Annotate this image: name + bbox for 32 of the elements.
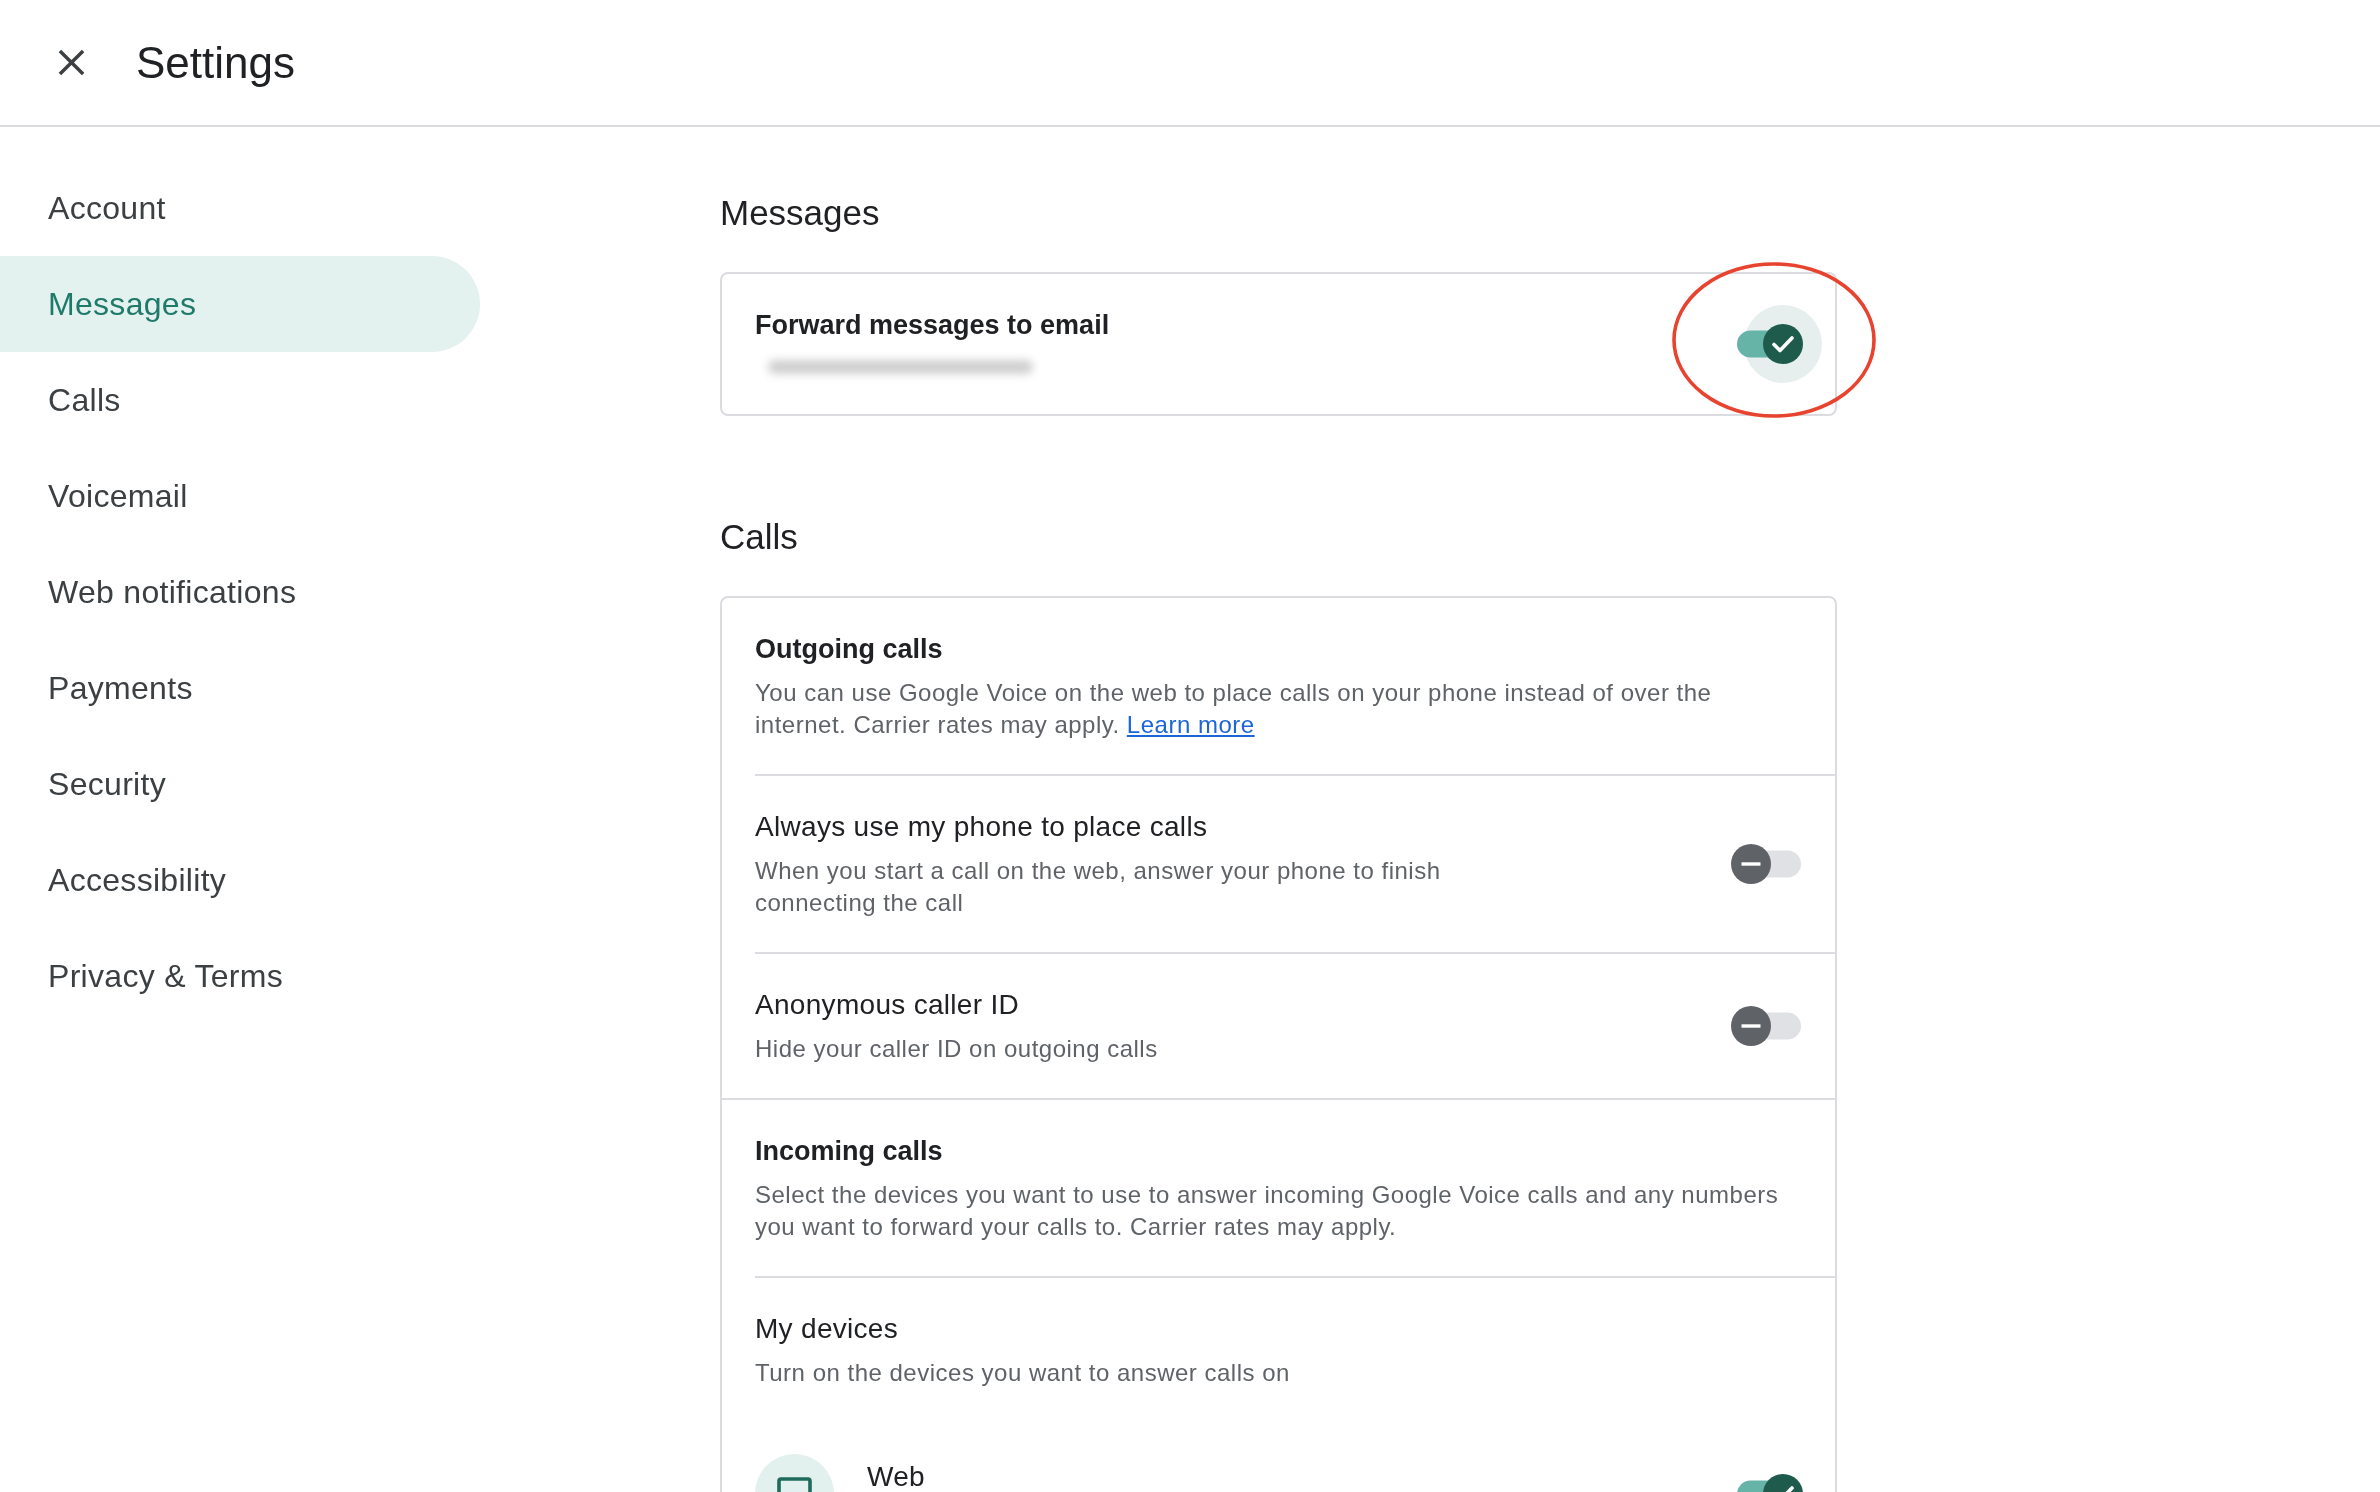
toggle-switch[interactable] xyxy=(1731,1006,1803,1046)
sidebar-item[interactable]: Security xyxy=(0,736,480,832)
section-heading: Messages xyxy=(720,192,881,234)
setting-title: Outgoing calls xyxy=(755,633,944,666)
setting-title: Incoming calls xyxy=(755,1135,944,1168)
sidebar-item[interactable]: Calls xyxy=(0,352,480,448)
setting-description: Turn on the devices you want to answer calls on xyxy=(755,1358,1291,1388)
check-icon xyxy=(1763,1473,1803,1492)
setting-description: You can use Google Voice on the web to place calls on your phone instead of over the internet. Carrier rates may apply. Learn more xyxy=(755,678,1713,740)
device-label: Web xyxy=(867,1463,926,1491)
page-title: Settings xyxy=(136,36,295,89)
sidebar-item[interactable]: Account xyxy=(0,160,480,256)
setting-description: When you start a call on the web, answer your phone to finish connecting the call xyxy=(755,856,1442,918)
toggle-switch[interactable] xyxy=(1731,844,1803,884)
minus-icon xyxy=(1731,1006,1771,1046)
sidebar-item[interactable]: Web notifications xyxy=(0,544,480,640)
check-icon xyxy=(1763,324,1803,364)
sidebar-item[interactable]: Messages xyxy=(0,256,480,352)
sidebar-item[interactable]: Accessibility xyxy=(0,832,480,928)
sidebar-item[interactable]: Voicemail xyxy=(0,448,480,544)
sidebar-item[interactable]: Privacy & Terms xyxy=(0,928,480,1024)
setting-description: Select the devices you want to use to answer incoming Google Voice calls and any numbers you want to forward your calls to. Carrier rates may apply. xyxy=(755,1180,1780,1242)
setting-title: Always use my phone to place calls xyxy=(755,810,1209,844)
setting-description: Hide your caller ID on outgoing calls xyxy=(755,1034,1159,1064)
setting-title: My devices xyxy=(755,1312,900,1346)
section-heading: Calls xyxy=(720,516,799,558)
setting-title: Forward messages to email xyxy=(755,309,1111,342)
minus-icon xyxy=(1731,844,1771,884)
sidebar-item[interactable]: Payments xyxy=(0,640,480,736)
learn-more-link[interactable]: Learn more xyxy=(1126,711,1255,738)
close-icon xyxy=(57,49,85,76)
setting-title: Anonymous caller ID xyxy=(755,988,1021,1022)
